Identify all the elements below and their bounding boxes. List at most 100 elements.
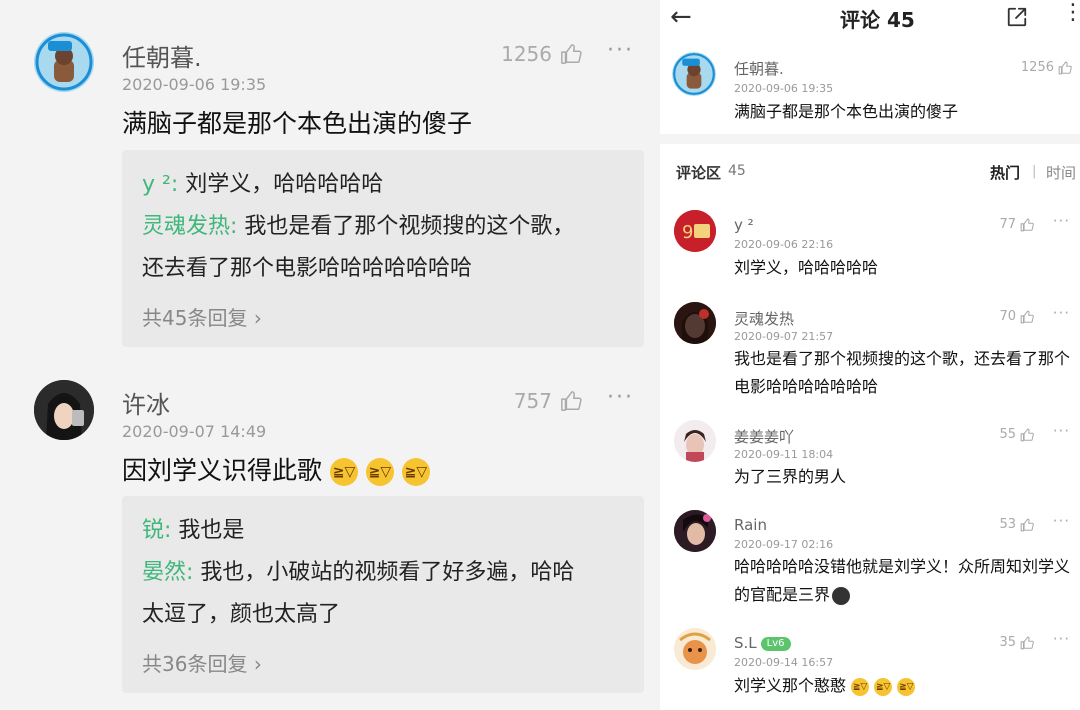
reply-author[interactable]: 灵魂发热: xyxy=(142,214,237,239)
like-count: 1256 xyxy=(1020,60,1054,75)
laughing-emoji-icon: ≧▽ xyxy=(851,677,870,696)
thumb-up-icon xyxy=(1058,61,1072,74)
avatar[interactable] xyxy=(674,628,716,670)
like-count: 70 xyxy=(999,309,1016,324)
left-comment-panel: 任朝暮. 2020-09-06 19:35 1256 ··· 满脑子都是那个本色… xyxy=(0,0,660,710)
reply-text: 我也是看了那个视频搜的这个歌， xyxy=(237,214,575,239)
comment-text: 刘学义那个憨憨 xyxy=(734,676,847,695)
reply-line: 晏然: 我也，小破站的视频看了好多遍，哈哈 xyxy=(142,552,624,594)
comment-text: 满脑子都是那个本色出演的傻子 xyxy=(734,102,959,121)
level-badge: Lv6 xyxy=(760,636,791,651)
like-button[interactable]: 35 xyxy=(999,635,1034,650)
share-icon[interactable] xyxy=(1006,6,1028,28)
more-icon[interactable]: ··· xyxy=(607,38,634,63)
chevron-right-icon: › xyxy=(253,652,262,676)
avatar[interactable] xyxy=(674,510,716,552)
comment-text: 刘学义，哈哈哈哈哈 xyxy=(734,258,879,277)
divider xyxy=(660,134,1080,144)
like-button[interactable]: 1256 xyxy=(1021,60,1072,75)
commenter-name[interactable]: 任朝暮. xyxy=(122,38,202,73)
comment-time: 2020-09-06 19:35 xyxy=(734,82,834,95)
laughing-emoji-icon: ≧▽ xyxy=(329,458,358,486)
commenter-name-row: S.L Lv6 xyxy=(734,634,791,652)
commenter-name[interactable]: 灵魂发热 xyxy=(734,308,794,329)
comment-text-row: 刘学义那个憨憨 ≧▽ ≧▽ ≧▽ xyxy=(734,672,1074,700)
like-button[interactable]: 1256 xyxy=(501,42,582,66)
top-bar: ← 评论 45 ⋮ xyxy=(660,0,1080,40)
more-icon[interactable]: ··· xyxy=(1053,630,1070,648)
back-arrow-icon[interactable]: ← xyxy=(670,2,692,32)
comment-text-row: 哈哈哈哈哈没错他就是刘学义！众所周知刘学义的官配是三界 xyxy=(734,553,1074,609)
reply-line: y ²: 刘学义，哈哈哈哈哈 xyxy=(142,164,624,206)
avatar[interactable] xyxy=(674,302,716,344)
page-title: 评论 45 xyxy=(840,8,915,32)
comment-text: 为了三界的男人 xyxy=(734,467,847,486)
laughing-emoji-icon: ≧▽ xyxy=(365,458,394,486)
comment-text: 哈哈哈哈哈没错他就是刘学义！众所周知刘学义的官配是三界 xyxy=(734,557,1071,604)
commenter-name[interactable]: 许冰 xyxy=(122,385,170,420)
comment-time: 2020-09-17 02:16 xyxy=(734,538,834,551)
commenter-name[interactable]: S.L xyxy=(734,634,757,652)
avatar[interactable]: 9 xyxy=(674,210,716,252)
like-button[interactable]: 70 xyxy=(999,309,1034,324)
like-count: 35 xyxy=(999,635,1016,650)
comment-time: 2020-09-06 22:16 xyxy=(734,238,834,251)
section-count: 45 xyxy=(728,163,746,179)
sort-separator: | xyxy=(1032,164,1037,179)
reply-text: 我也是 xyxy=(171,518,245,543)
avatar[interactable] xyxy=(34,32,94,92)
like-button[interactable]: 55 xyxy=(999,427,1034,442)
reply-author[interactable]: 晏然: xyxy=(142,560,193,585)
svg-text:9: 9 xyxy=(682,222,693,243)
like-button[interactable]: 757 xyxy=(514,389,582,413)
sort-time-tab[interactable]: 时间 xyxy=(1046,162,1076,183)
right-comment-panel: ← 评论 45 ⋮ 任朝暮. 2020-09-06 19:35 1256 满脑子… xyxy=(660,0,1080,710)
thumb-up-icon xyxy=(1020,218,1034,231)
more-icon[interactable]: ··· xyxy=(1053,212,1070,230)
reply-box[interactable]: y ²: 刘学义，哈哈哈哈哈 灵魂发热: 我也是看了那个视频搜的这个歌， 还去看… xyxy=(122,150,644,347)
thumb-up-icon xyxy=(561,44,582,64)
comment-text: 因刘学义识得此歌 xyxy=(122,456,323,485)
reply-author[interactable]: y ²: xyxy=(142,172,178,197)
reply-line: 还去看了那个电影哈哈哈哈哈哈哈 xyxy=(142,248,624,290)
more-icon[interactable]: ··· xyxy=(1053,304,1070,322)
more-vertical-icon[interactable]: ⋮ xyxy=(1062,0,1080,25)
comment-time: 2020-09-14 16:57 xyxy=(734,656,834,669)
sort-hot-tab[interactable]: 热门 xyxy=(990,162,1020,183)
thumb-up-icon xyxy=(1020,428,1034,441)
comment-time: 2020-09-11 18:04 xyxy=(734,448,834,461)
like-button[interactable]: 77 xyxy=(999,217,1034,232)
avatar[interactable] xyxy=(34,380,94,440)
like-count: 757 xyxy=(513,389,552,413)
dark-emoji-icon xyxy=(832,586,851,605)
reply-text: 我也，小破站的视频看了好多遍，哈哈 xyxy=(193,560,575,585)
avatar[interactable] xyxy=(674,420,716,462)
reply-text: 太逗了，颜也太高了 xyxy=(142,602,341,627)
original-comment: 任朝暮. 2020-09-06 19:35 1256 满脑子都是那个本色出演的傻… xyxy=(660,50,1080,132)
commenter-name[interactable]: 姜姜姜吖 xyxy=(734,426,794,447)
comment-section-header: 评论区 45 热门 | 时间 xyxy=(660,158,1080,188)
commenter-name[interactable]: y ² xyxy=(734,216,754,234)
comment-text: 我也是看了那个视频搜的这个歌，还去看了那个电影哈哈哈哈哈哈哈 xyxy=(734,349,1071,396)
more-icon[interactable]: ··· xyxy=(1053,422,1070,440)
commenter-name[interactable]: 任朝暮. xyxy=(734,58,784,79)
reply-line: 灵魂发热: 我也是看了那个视频搜的这个歌， xyxy=(142,206,624,248)
reply-line: 太逗了，颜也太高了 xyxy=(142,594,624,636)
like-count: 53 xyxy=(999,517,1016,532)
thumb-up-icon xyxy=(561,391,582,411)
view-replies-link[interactable]: 共45条回复 › xyxy=(142,298,624,338)
reply-author[interactable]: 锐: xyxy=(142,518,171,543)
commenter-name[interactable]: Rain xyxy=(734,516,767,534)
more-icon[interactable]: ··· xyxy=(1053,512,1070,530)
reply-box[interactable]: 锐: 我也是 晏然: 我也，小破站的视频看了好多遍，哈哈 太逗了，颜也太高了 共… xyxy=(122,496,644,693)
like-count: 55 xyxy=(999,427,1016,442)
like-count: 1256 xyxy=(501,42,552,66)
avatar[interactable] xyxy=(672,52,716,96)
thumb-up-icon xyxy=(1020,518,1034,531)
laughing-emoji-icon: ≧▽ xyxy=(897,677,916,696)
thumb-up-icon xyxy=(1020,636,1034,649)
reply-line: 锐: 我也是 xyxy=(142,510,624,552)
more-icon[interactable]: ··· xyxy=(607,385,634,410)
view-replies-link[interactable]: 共36条回复 › xyxy=(142,644,624,684)
like-button[interactable]: 53 xyxy=(999,517,1034,532)
